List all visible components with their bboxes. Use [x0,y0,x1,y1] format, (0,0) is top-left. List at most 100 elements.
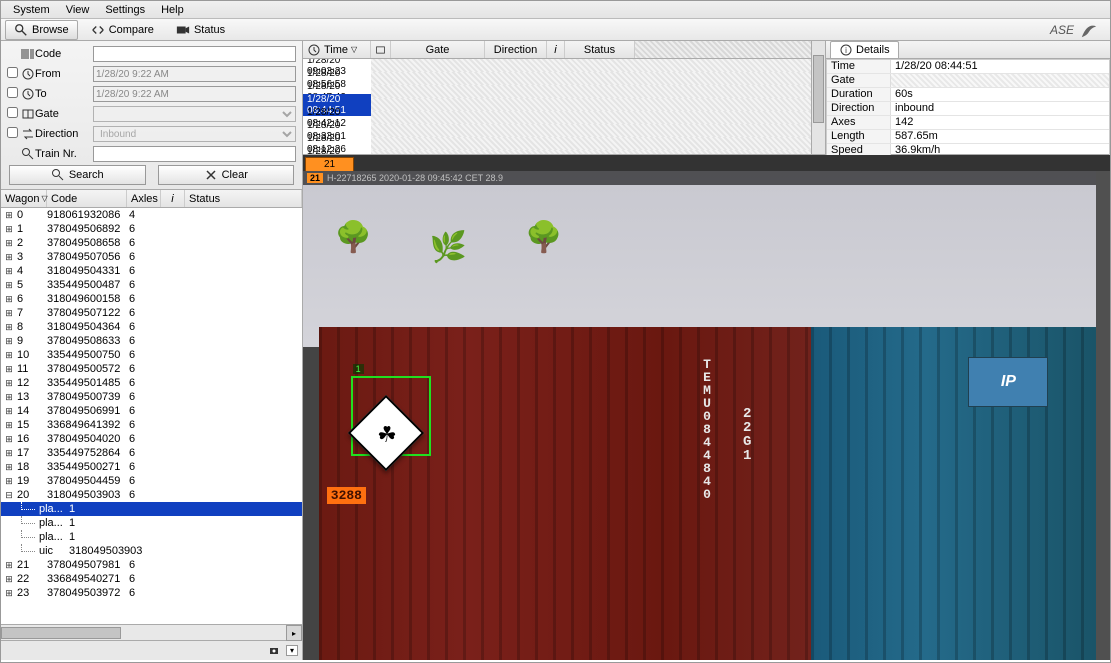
clock-icon [21,67,35,81]
browse-button[interactable]: Browse [5,20,78,40]
wagon-table-header: Wagon ▽ Code Axles i Status [1,190,302,208]
records-panel: Time▽ Gate Direction i Status 1/28/20 09… [303,41,826,154]
wagon-row[interactable]: ⊞213780495079816 [1,558,302,572]
wagon-row[interactable]: ⊞33780495070566 [1,250,302,264]
det-time-v: 1/28/20 08:44:51 [891,60,1109,73]
details-tabbar: i Details [826,41,1110,59]
gate-check[interactable] [7,107,18,118]
details-tab[interactable]: i Details [830,41,899,58]
record-row[interactable]: 1/28/20 08:47:42 [303,85,825,98]
status-label: Status [194,24,225,36]
records-vscroll[interactable] [811,41,825,154]
wagon-row[interactable]: ⊞93780495086336 [1,334,302,348]
det-length-k: Length [827,130,891,143]
gate-icon [21,107,35,121]
dropdown-toggle[interactable]: ▾ [286,645,298,656]
wagon-row[interactable]: ⊞63180496001586 [1,292,302,306]
container-corner-number: 3288 [327,487,366,504]
wagon-row[interactable]: ⊞233780495039726 [1,586,302,600]
wagon-row[interactable]: ⊞173354497528646 [1,446,302,460]
direction-check[interactable] [7,127,18,138]
search-button[interactable]: Search [9,165,146,185]
wagon-child-row[interactable]: uic318049503903 [1,544,302,558]
wagon-list[interactable]: ⊞09180619320864⊞13780495068926⊞237804950… [1,208,302,624]
image-tab-21[interactable]: 21 [305,157,354,171]
menu-bar: System View Settings Help [1,1,1110,19]
to-input[interactable] [93,86,296,102]
col-axles[interactable]: Axles [131,193,158,205]
wagon-row[interactable]: ⊞23780495086586 [1,236,302,250]
col-info[interactable]: i [171,193,173,205]
clear-button[interactable]: Clear [158,165,295,185]
rec-col-info[interactable]: i [554,44,556,56]
wagon-row[interactable]: ⊞103354495007506 [1,348,302,362]
col-wagon[interactable]: Wagon [5,193,39,205]
train-nr-input[interactable] [93,146,296,162]
menu-settings[interactable]: Settings [97,4,153,16]
rec-col-gate[interactable]: Gate [426,44,450,56]
compare-button[interactable]: Compare [82,20,163,40]
image-overlay-bar: 21 H-22718265 2020-01-28 09:45:42 CET 28… [303,171,1096,185]
wagon-row[interactable]: ⊞133780495007396 [1,390,302,404]
wagon-row[interactable]: ⊞73780495071226 [1,306,302,320]
code-input[interactable] [93,46,296,62]
wagon-row[interactable]: ⊞123354495014856 [1,376,302,390]
wagon-row[interactable]: ⊟203180495039036 [1,488,302,502]
container-type-text: 22G1 [739,406,755,462]
record-row[interactable]: 1/28/20 08:33:01 [303,124,825,137]
direction-label: Direction [35,128,93,140]
image-vscroll[interactable] [1096,171,1110,660]
rec-col-time[interactable]: Time [324,44,348,56]
wagon-row[interactable]: ⊞53354495004876 [1,278,302,292]
from-input[interactable] [93,66,296,82]
det-duration-v: 60s [891,88,1109,101]
rec-col-status[interactable]: Status [584,44,615,56]
record-row[interactable]: 1/28/20 09:03:23 [303,59,825,72]
search-small-icon [21,147,35,161]
compare-icon [91,23,105,37]
record-row[interactable]: 1/28/20 08:12:26 [303,137,825,150]
gate-select[interactable] [93,106,296,122]
record-row[interactable]: 1/28/20 08:42:12 [303,111,825,124]
wagon-row[interactable]: ⊞143780495069916 [1,404,302,418]
record-row[interactable]: 1/28/20 08:56:58 [303,72,825,85]
records-list[interactable]: 1/28/20 09:03:231/28/20 08:56:581/28/20 … [303,59,825,154]
container-id-text: TEMU0844840 [700,357,715,500]
status-button[interactable]: Status [167,20,234,40]
det-axes-k: Axes [827,116,891,129]
col-status[interactable]: Status [189,193,220,205]
col-code[interactable]: Code [51,193,77,205]
wagon-hscroll[interactable]: ▸ [1,624,302,640]
wagon-row[interactable]: ⊞223368495402716 [1,572,302,586]
magnifier-icon [14,23,28,37]
record-row[interactable]: 1/28/20 08:09:24 [303,150,825,154]
menu-view[interactable]: View [58,4,98,16]
menu-help[interactable]: Help [153,4,192,16]
from-check[interactable] [7,67,18,78]
to-check[interactable] [7,87,18,98]
wagon-row[interactable]: ⊞163780495040206 [1,432,302,446]
image-viewport[interactable]: 🌳🌿🌳 3288 1 ☘ TEMU0844840 22G1 IP 21 H-22 [303,171,1096,660]
det-gate-k: Gate [827,74,891,87]
details-tab-label: Details [856,44,890,56]
wagon-row[interactable]: ⊞113780495005726 [1,362,302,376]
wagon-row[interactable]: ⊞13780495068926 [1,222,302,236]
hazmat-tree-icon: ☘ [368,416,406,454]
wagon-row[interactable]: ⊞193780495044596 [1,474,302,488]
wagon-row[interactable]: ⊞43180495043316 [1,264,302,278]
rec-col-direction[interactable]: Direction [494,44,537,56]
brand-logo: ASE [1050,21,1100,39]
wagon-row[interactable]: ⊞183354495002716 [1,460,302,474]
wagon-child-row[interactable]: pla...1 [1,530,302,544]
det-direction-k: Direction [827,102,891,115]
wagon-row[interactable]: ⊞83180495043646 [1,320,302,334]
direction-select[interactable]: Inbound [93,126,296,142]
menu-system[interactable]: System [5,4,58,16]
clock-icon [21,87,35,101]
camera-small-icon[interactable] [268,644,282,658]
record-row[interactable]: 1/28/20 08:44:51 [303,98,825,111]
wagon-row[interactable]: ⊞153368496413926 [1,418,302,432]
wagon-row[interactable]: ⊞09180619320864 [1,208,302,222]
wagon-child-row[interactable]: pla...1 [1,516,302,530]
wagon-child-row[interactable]: pla...1 [1,502,302,516]
